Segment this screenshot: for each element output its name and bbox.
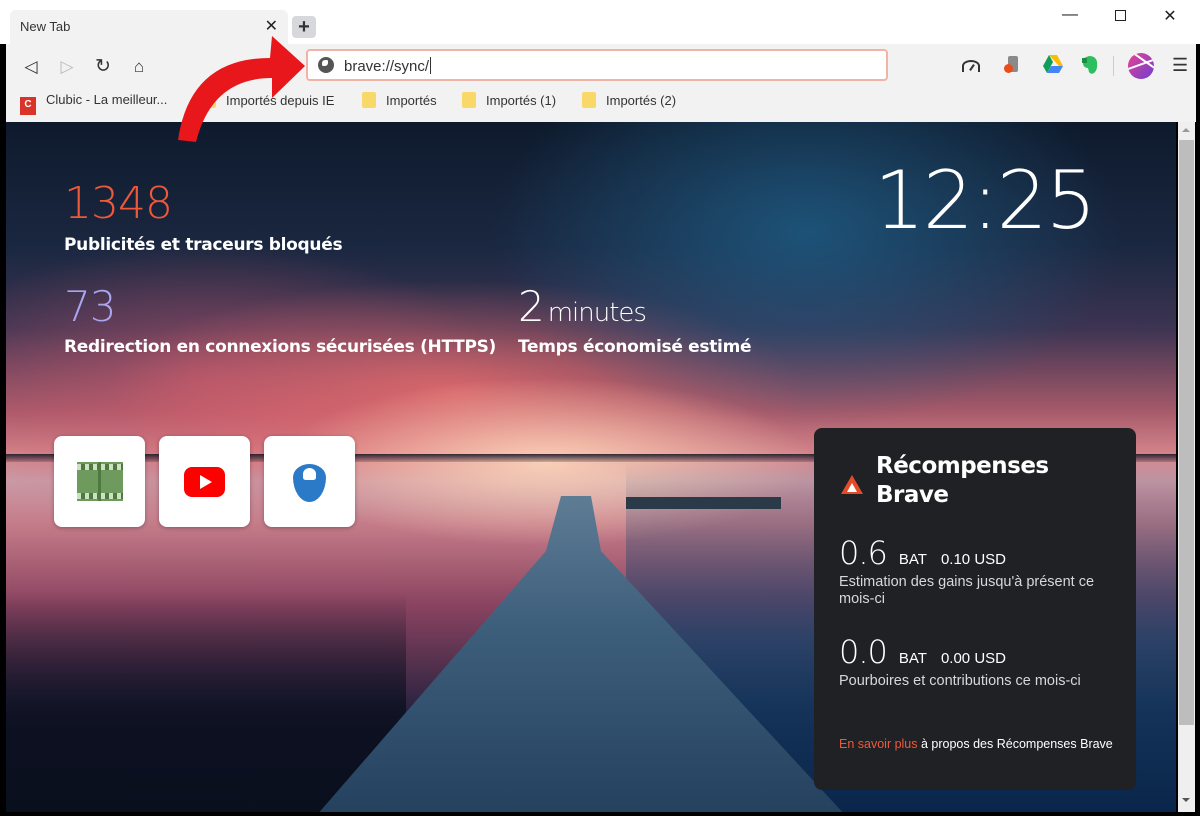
earnings-bat: 0.6 bbox=[839, 534, 888, 572]
evernote-icon[interactable] bbox=[1080, 54, 1102, 76]
address-bar[interactable]: brave://sync/ bbox=[306, 49, 888, 81]
close-window-button[interactable]: ✕ bbox=[1150, 6, 1190, 28]
time-saved-value: 2 bbox=[518, 282, 545, 331]
top-site-tile[interactable] bbox=[54, 436, 145, 527]
learn-more-text: à propos des Récompenses Brave bbox=[917, 737, 1113, 751]
new-tab-button[interactable]: + bbox=[292, 16, 316, 38]
bat-logo-icon bbox=[841, 475, 863, 494]
clock: 12:25 bbox=[874, 154, 1097, 247]
bookmark-item[interactable]: Importés (2) bbox=[582, 92, 676, 108]
folder-icon bbox=[462, 92, 476, 108]
tab-new-tab[interactable]: New Tab ✕ bbox=[10, 10, 288, 44]
clubic-icon: C bbox=[20, 97, 36, 115]
maximize-button[interactable] bbox=[1100, 6, 1140, 28]
earnings-unit: BAT bbox=[898, 551, 927, 568]
time-saved-label: Temps économisé estimé bbox=[518, 337, 752, 357]
scroll-down-icon[interactable] bbox=[1182, 798, 1190, 802]
window-edge-right bbox=[1196, 44, 1200, 816]
reload-button[interactable]: ↻ bbox=[92, 56, 114, 78]
google-drive-icon[interactable] bbox=[1042, 54, 1064, 76]
bookmark-item[interactable]: C Clubic - La meilleur... bbox=[20, 92, 167, 115]
stat-https-upgrades: 73 Redirection en connexions sécurisées … bbox=[64, 282, 496, 357]
learn-more-link[interactable]: En savoir plus bbox=[839, 737, 918, 751]
tips-description: Pourboires et contributions ce mois-ci bbox=[839, 673, 1081, 689]
vertical-scrollbar[interactable] bbox=[1178, 122, 1195, 812]
menu-icon[interactable]: ☰ bbox=[1172, 55, 1188, 76]
title-bar: New Tab ✕ + — ✕ bbox=[0, 0, 1200, 44]
tips-unit: BAT bbox=[898, 650, 927, 667]
address-input[interactable]: brave://sync/ bbox=[344, 57, 431, 75]
https-count: 73 bbox=[64, 282, 116, 331]
stat-time-saved: 2 minutes Temps économisé estimé bbox=[518, 282, 752, 357]
scroll-thumb[interactable] bbox=[1179, 140, 1194, 725]
folder-icon bbox=[582, 92, 596, 108]
stat-ads-blocked: 1348 Publicités et traceurs bloqués bbox=[64, 178, 343, 255]
rewards-widget: Récompenses Brave 0.6 BAT 0.10 USD Estimat… bbox=[814, 428, 1136, 790]
tab-title: New Tab bbox=[20, 19, 71, 34]
earnings-usd: 0.10 USD bbox=[940, 551, 1006, 568]
maximize-icon bbox=[1114, 10, 1126, 21]
browser-toolbar: ◁ ▷ ↻ ⌂ brave://sync/ ☰ C Clubic - La mei… bbox=[6, 44, 1196, 122]
top-site-tile[interactable] bbox=[264, 436, 355, 527]
scroll-up-icon[interactable] bbox=[1182, 128, 1190, 132]
office-icon[interactable] bbox=[1002, 54, 1024, 76]
background-pier-plank bbox=[626, 497, 781, 509]
rewards-learn-more: En savoir plus à propos des Récompenses … bbox=[839, 736, 1119, 752]
rewards-tips: 0.0 BAT 0.00 USD Pourboires et contributio… bbox=[839, 633, 1119, 690]
minimize-button[interactable]: — bbox=[1050, 6, 1090, 28]
rewards-earnings: 0.6 BAT 0.10 USD Estimation des gains jusq… bbox=[839, 534, 1119, 608]
ads-blocked-label: Publicités et traceurs bloqués bbox=[64, 235, 343, 255]
forward-button[interactable]: ▷ bbox=[56, 56, 78, 78]
film-strip-icon bbox=[77, 462, 123, 501]
bookmark-item[interactable]: Importés depuis IE bbox=[202, 92, 334, 108]
background-shadow bbox=[6, 592, 406, 812]
ads-blocked-count: 1348 bbox=[64, 178, 173, 229]
folder-icon bbox=[202, 92, 216, 108]
bookmark-item[interactable]: Importés bbox=[362, 92, 437, 108]
globe-icon bbox=[318, 57, 334, 73]
new-tab-page: 1348 Publicités et traceurs bloqués 73 R… bbox=[6, 122, 1176, 812]
back-button[interactable]: ◁ bbox=[20, 56, 42, 78]
folder-icon bbox=[362, 92, 376, 108]
top-site-tile[interactable] bbox=[159, 436, 250, 527]
speedometer-icon[interactable] bbox=[962, 60, 980, 72]
water-drop-icon bbox=[293, 464, 326, 502]
profile-avatar[interactable] bbox=[1128, 53, 1154, 79]
https-label: Redirection en connexions sécurisées (HT… bbox=[64, 337, 497, 357]
tab-close-icon[interactable]: ✕ bbox=[265, 16, 278, 36]
toolbar-separator bbox=[1113, 56, 1114, 76]
tips-bat: 0.0 bbox=[839, 633, 888, 671]
bookmark-item[interactable]: Importés (1) bbox=[462, 92, 556, 108]
rewards-title: Récompenses Brave bbox=[876, 453, 1049, 508]
youtube-icon bbox=[184, 467, 225, 497]
earnings-description: Estimation des gains jusqu'à présent ce … bbox=[839, 574, 1095, 607]
tips-usd: 0.00 USD bbox=[940, 650, 1006, 667]
time-saved-unit: minutes bbox=[547, 298, 647, 328]
home-button[interactable]: ⌂ bbox=[128, 56, 150, 78]
